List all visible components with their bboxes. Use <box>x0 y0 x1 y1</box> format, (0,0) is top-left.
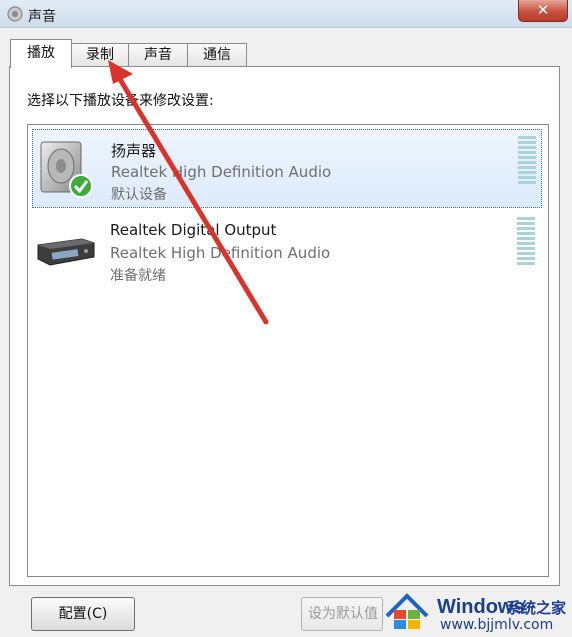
title-bar[interactable]: 声音 ✕ <box>0 0 572 28</box>
device-status: 准备就绪 <box>110 268 166 284</box>
tab-sounds[interactable]: 声音 <box>128 43 188 67</box>
device-description: Realtek High Definition Audio <box>111 163 332 181</box>
device-description: Realtek High Definition Audio <box>110 244 331 262</box>
device-name: Realtek Digital Output <box>110 221 277 239</box>
list-item-digital-output[interactable]: Realtek Digital Output Realtek High Defi… <box>32 211 542 290</box>
device-name: 扬声器 <box>111 142 157 160</box>
tab-playback[interactable]: 播放 <box>10 39 72 68</box>
speaker-icon <box>40 141 93 198</box>
configure-button[interactable]: 配置(C) <box>31 597 135 631</box>
close-button[interactable]: ✕ <box>518 0 568 22</box>
digital-output-icon <box>37 238 95 266</box>
tab-recording[interactable]: 录制 <box>71 43 129 67</box>
tab-communications[interactable]: 通信 <box>187 43 247 67</box>
window-title: 声音 <box>28 9 56 25</box>
list-item-speaker[interactable]: 扬声器 Realtek High Definition Audio 默认设备 <box>32 129 542 208</box>
instruction-text: 选择以下播放设备来修改设置: <box>27 93 214 109</box>
device-list[interactable]: 扬声器 Realtek High Definition Audio 默认设备 R… <box>27 124 549 577</box>
windows-logo-icon <box>385 593 429 629</box>
volume-level-meter <box>518 136 536 188</box>
device-status: 默认设备 <box>111 187 167 203</box>
watermark-url: www.bjjmlv.com <box>440 617 554 633</box>
sound-settings-icon <box>7 6 23 22</box>
set-default-button[interactable]: 设为默认值 <box>301 597 383 631</box>
volume-level-meter <box>517 217 535 269</box>
close-icon: ✕ <box>536 1 550 19</box>
watermark-site-name: 系统之家 <box>506 599 567 617</box>
